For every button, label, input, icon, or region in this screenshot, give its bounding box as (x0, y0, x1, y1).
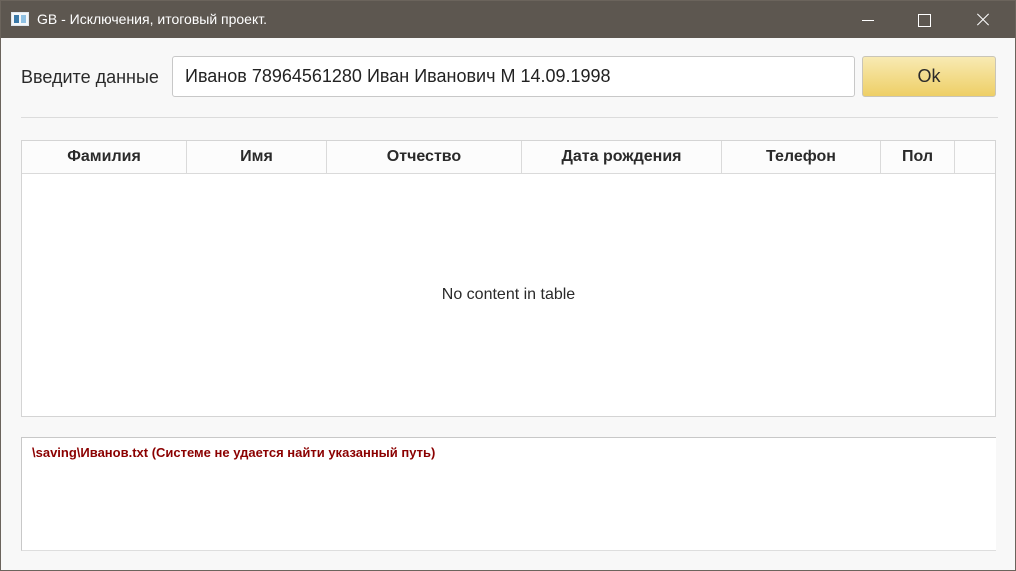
persons-table[interactable]: Фамилия Имя Отчество Дата рождения Телеф… (21, 140, 996, 417)
app-window: GB - Исключения, итоговый проект. Введит… (0, 0, 1016, 571)
ok-button-label: Ok (917, 66, 941, 86)
log-error-message: \saving\Иванов.txt (Системе не удается н… (32, 445, 436, 460)
minimize-icon (861, 13, 875, 27)
close-button[interactable] (961, 1, 1007, 38)
separator (21, 117, 998, 118)
column-header-phone[interactable]: Телефон (722, 141, 881, 173)
column-header-surname[interactable]: Фамилия (22, 141, 187, 173)
minimize-button[interactable] (847, 1, 893, 38)
column-header-name[interactable]: Имя (187, 141, 327, 173)
title-bar[interactable]: GB - Исключения, итоговый проект. (1, 1, 1015, 38)
input-label: Введите данные (21, 67, 159, 87)
ok-button[interactable]: Ok (862, 56, 996, 97)
data-input[interactable] (172, 56, 855, 97)
window-title: GB - Исключения, итоговый проект. (37, 11, 267, 27)
column-header-gender[interactable]: Пол (881, 141, 955, 173)
column-header-birthdate[interactable]: Дата рождения (522, 141, 722, 173)
table-header: Фамилия Имя Отчество Дата рождения Телеф… (22, 141, 995, 174)
log-area[interactable]: \saving\Иванов.txt (Системе не удается н… (21, 437, 996, 551)
maximize-button[interactable] (903, 1, 949, 38)
close-icon (975, 13, 989, 27)
column-header-patronymic[interactable]: Отчество (327, 141, 522, 173)
app-window-icon (11, 12, 29, 26)
column-header-filler (955, 141, 995, 173)
table-empty-placeholder: No content in table (441, 286, 576, 303)
maximize-icon (917, 13, 931, 27)
